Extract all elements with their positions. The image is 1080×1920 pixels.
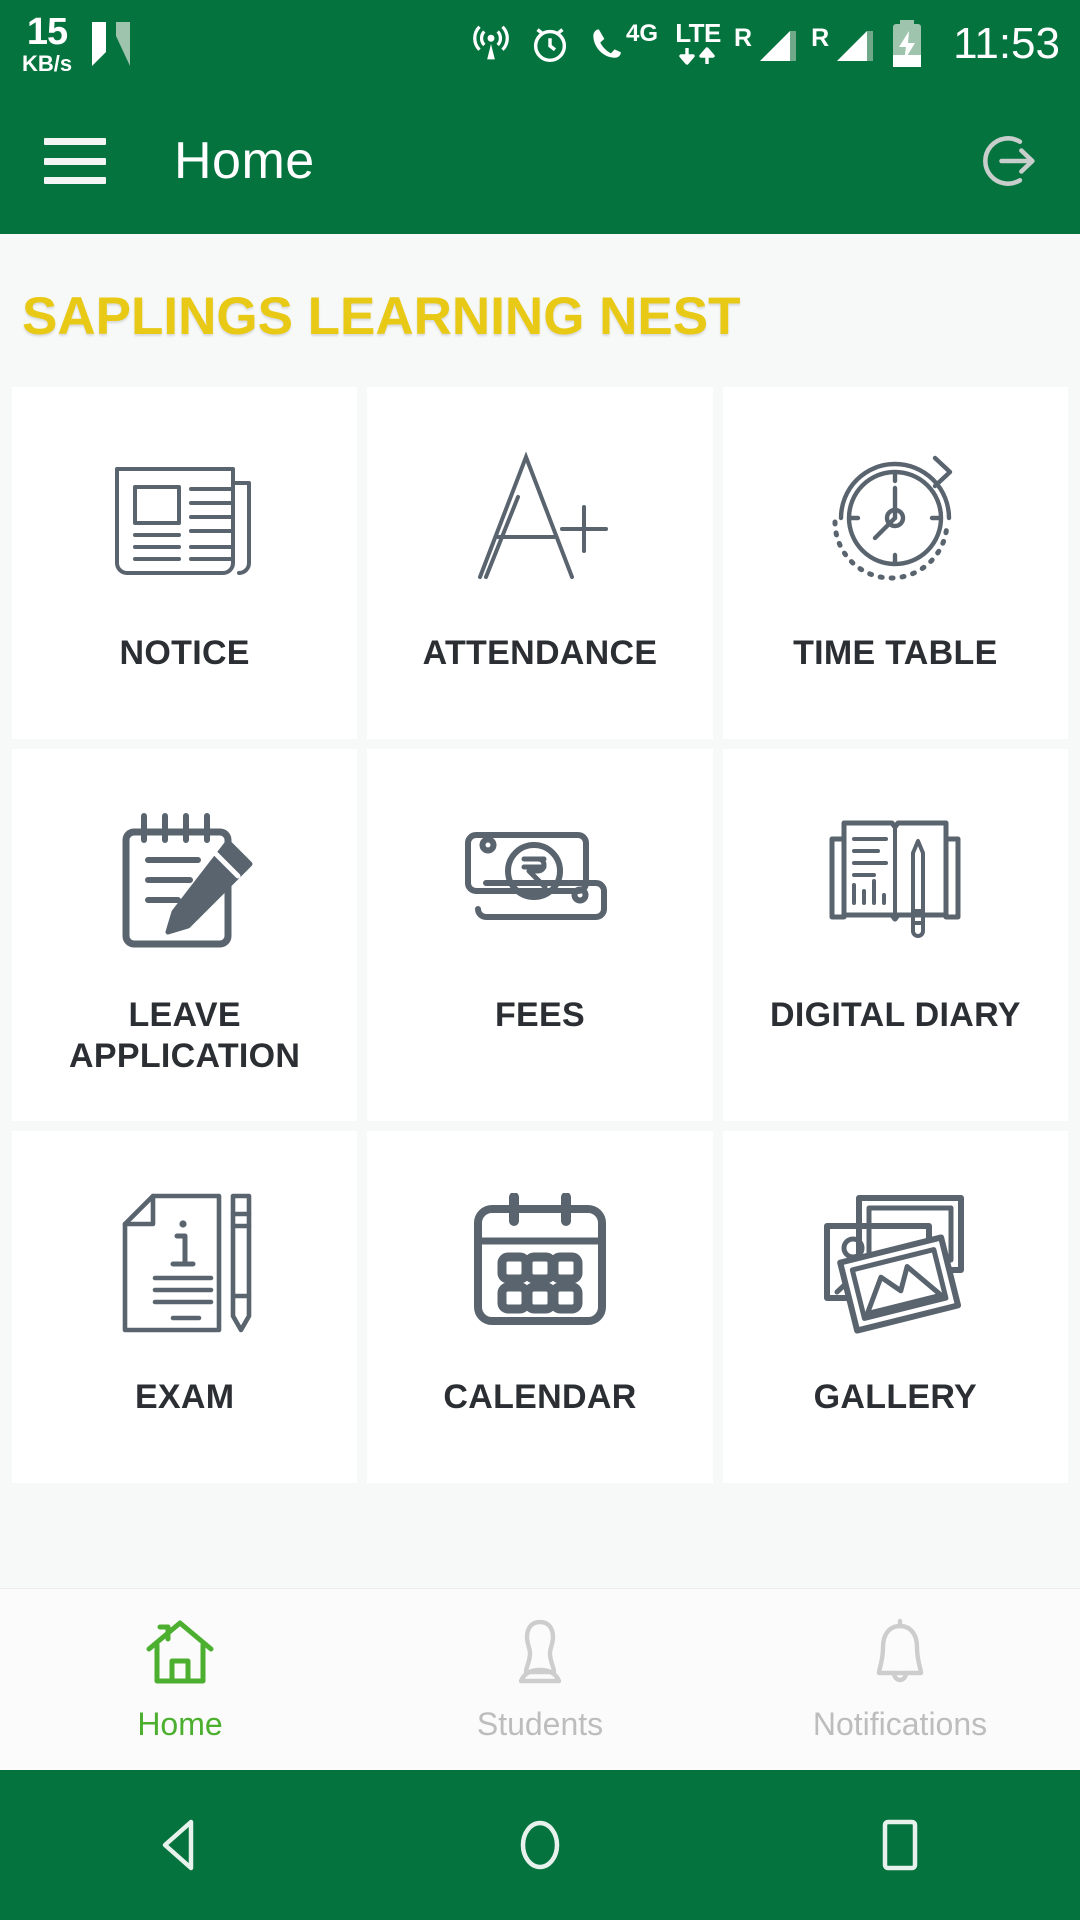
grade-a-plus-icon <box>460 439 620 599</box>
recents-square-icon[interactable] <box>720 1810 1080 1880</box>
tile-label: GALLERY <box>813 1378 977 1416</box>
nova-launcher-icon <box>88 18 134 70</box>
tile-digital-diary[interactable]: DIGITAL DIARY <box>722 749 1068 1121</box>
bottom-nav-item-notifications[interactable]: Notifications <box>720 1617 1080 1743</box>
network-speed-indicator: 15 KB/s <box>22 13 72 75</box>
calendar-icon <box>468 1183 612 1343</box>
call-4g-icon: 4G <box>586 20 662 67</box>
rupee-banknotes-icon <box>460 801 620 961</box>
clock-rotate-icon <box>817 439 973 599</box>
newspaper-icon <box>105 439 265 599</box>
tile-label: TIME TABLE <box>793 634 998 672</box>
bottom-nav-label: Students <box>476 1705 604 1742</box>
school-name-heading: SAPLINGS LEARNING NEST <box>22 287 741 346</box>
tile-leave-application[interactable]: LEAVE APPLICATION <box>12 749 358 1121</box>
tile-time-table[interactable]: TIME TABLE <box>722 387 1068 739</box>
status-bar-left: 15 KB/s <box>22 13 134 75</box>
phone-screen: 15 KB/s 4G LTE R R 11:53 Home SAPLINGS L… <box>0 0 1080 1920</box>
status-bar-right: 4G LTE R R 11:53 <box>468 19 1060 69</box>
tile-label: CALENDAR <box>443 1378 637 1416</box>
status-bar-clock: 11:53 <box>953 19 1060 68</box>
bottom-nav-label: Home <box>137 1705 223 1742</box>
bottom-navigation: Home Students Notifications <box>0 1588 1080 1770</box>
person-icon <box>503 1617 577 1692</box>
bottom-nav-label: Notifications <box>812 1705 988 1742</box>
network-speed-value: 15 <box>26 11 68 53</box>
bottom-nav-item-home[interactable]: Home <box>0 1617 360 1743</box>
tile-label: NOTICE <box>119 634 250 672</box>
main-content: SAPLINGS LEARNING NEST NOTICE ATTENDANCE… <box>0 234 1080 1588</box>
status-bar: 15 KB/s 4G LTE R R 11:53 <box>0 0 1080 88</box>
network-type-4g-label: 4G <box>626 20 659 47</box>
lte-data-icon: LTE <box>675 20 721 68</box>
tile-fees[interactable]: FEES <box>367 749 713 1121</box>
tile-label: ATTENDANCE <box>422 634 658 672</box>
android-system-navigation <box>0 1770 1080 1920</box>
hamburger-menu-icon[interactable] <box>44 138 106 184</box>
tile-notice[interactable]: NOTICE <box>12 387 358 739</box>
roaming-label-2: R <box>811 24 830 52</box>
battery-charging-icon <box>888 19 926 69</box>
network-type-lte-label: LTE <box>675 18 721 48</box>
network-speed-unit: KB/s <box>22 51 73 76</box>
document-pen-icon <box>111 1183 259 1343</box>
tile-exam[interactable]: EXAM <box>12 1131 358 1483</box>
signal-roaming-2-icon: R <box>811 23 875 65</box>
signal-roaming-1-icon: R <box>734 23 798 65</box>
hotspot-icon <box>468 21 514 67</box>
tile-gallery[interactable]: GALLERY <box>722 1131 1068 1483</box>
roaming-label-1: R <box>734 24 753 52</box>
home-circle-icon[interactable] <box>360 1810 720 1880</box>
app-bar: Home <box>0 88 1080 234</box>
bell-icon <box>863 1617 937 1692</box>
tile-label: DIGITAL DIARY <box>769 996 1021 1034</box>
menu-grid: NOTICE ATTENDANCE TIME TABLE LEAVE APPLI… <box>0 387 1080 1483</box>
tile-label: LEAVE APPLICATION <box>69 996 301 1076</box>
notepad-pencil-icon <box>110 801 260 961</box>
logout-icon[interactable] <box>974 125 1046 197</box>
tile-label: EXAM <box>134 1378 235 1416</box>
alarm-icon <box>527 21 573 67</box>
back-triangle-icon[interactable] <box>0 1810 360 1880</box>
tile-label: FEES <box>494 996 585 1034</box>
photos-stack-icon <box>819 1183 971 1343</box>
page-title: Home <box>174 132 315 190</box>
home-icon <box>143 1617 217 1692</box>
open-book-pencil-icon <box>820 801 970 961</box>
tile-attendance[interactable]: ATTENDANCE <box>367 387 713 739</box>
bottom-nav-item-students[interactable]: Students <box>360 1617 720 1743</box>
tile-calendar[interactable]: CALENDAR <box>367 1131 713 1483</box>
